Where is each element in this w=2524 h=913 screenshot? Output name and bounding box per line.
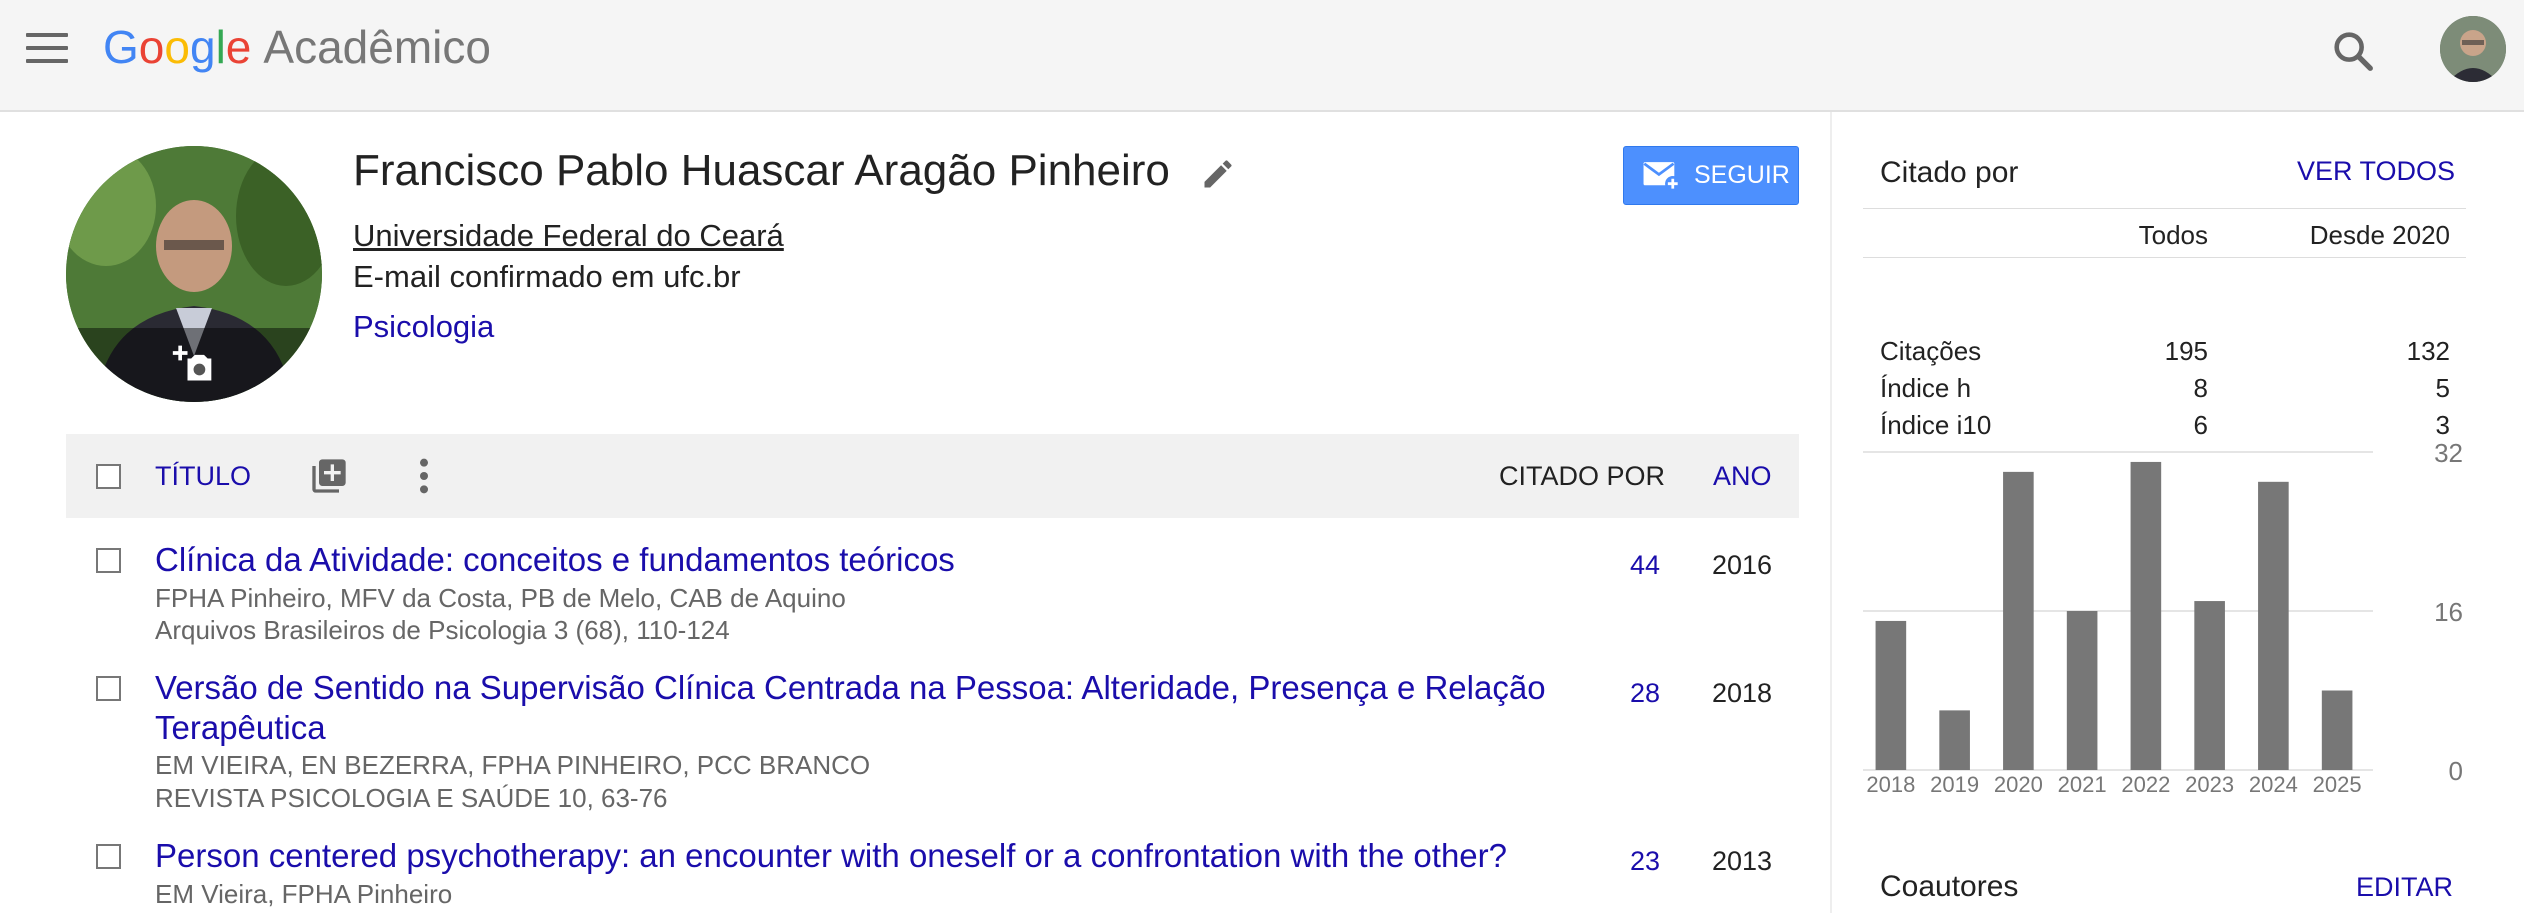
more-options-icon[interactable] xyxy=(416,456,432,496)
logo-letter: G xyxy=(103,21,139,73)
chart-y-tick-label: 0 xyxy=(2449,756,2463,786)
chart-bar xyxy=(2321,690,2353,770)
article-venue: Arquivos Brasileiros de Psicologia 3 (68… xyxy=(155,615,730,645)
chart-x-tick-label: 2020 xyxy=(1994,772,2043,797)
profile-photo[interactable] xyxy=(66,146,322,402)
stats-row-h-index: Índice h 8 5 xyxy=(1863,307,2466,403)
chart-y-tick-label: 16 xyxy=(2434,597,2463,627)
cited-by-column-header: CITADO POR xyxy=(1499,461,1666,491)
chart-bar xyxy=(2003,471,2034,770)
citations-per-year-chart: 0 16 32 2018 2019 2020 2021 2022 2023 2024 2025 xyxy=(1863,438,2463,797)
google-scholar-logo[interactable]: Google Acadêmico xyxy=(103,20,491,74)
view-all-link[interactable]: VER TODOS xyxy=(2297,156,2455,187)
chart-bar xyxy=(2066,611,2098,770)
row-checkbox[interactable] xyxy=(96,548,121,573)
chart-x-tick-label: 2024 xyxy=(2249,772,2298,797)
follow-label: SEGUIR xyxy=(1694,161,1790,189)
row-checkbox[interactable] xyxy=(96,676,121,701)
logo-suffix: Acadêmico xyxy=(263,21,491,73)
article-year: 2016 xyxy=(1712,550,1773,580)
logo-letter: o xyxy=(138,21,165,73)
chart-x-tick-label: 2022 xyxy=(2121,772,2170,797)
chart-x-tick-label: 2025 xyxy=(2313,772,2362,797)
article-title-link[interactable]: Person centered psychotherapy: an encoun… xyxy=(155,836,1575,876)
article-citation-count[interactable]: 28 xyxy=(1580,678,1660,709)
chart-x-tick-label: 2023 xyxy=(2185,772,2234,797)
chart-x-tick-label: 2021 xyxy=(2058,772,2107,797)
sort-by-year[interactable]: ANO xyxy=(1713,461,1772,492)
article-year: 2013 xyxy=(1712,846,1773,876)
chart-x-tick-label: 2019 xyxy=(1930,772,1979,797)
logo-letter: o xyxy=(164,21,190,73)
search-icon[interactable] xyxy=(2330,28,2376,74)
chart-y-tick-label: 32 xyxy=(2434,438,2463,468)
logo-letter: g xyxy=(189,21,216,73)
article-authors: EM VIEIRA, EN BEZERRA, FPHA PINHEIRO, PC… xyxy=(155,750,871,780)
article-authors: FPHA Pinheiro, MFV da Costa, PB de Melo,… xyxy=(155,583,846,613)
top-bar: Google Acadêmico xyxy=(0,0,2524,112)
article-citation-count[interactable]: 44 xyxy=(1580,550,1660,581)
chart-bar xyxy=(1875,620,1907,770)
chart-bar xyxy=(2258,481,2289,770)
stats-header-row: Todos Desde 2020 xyxy=(1863,208,2466,258)
sort-by-title[interactable]: TÍTULO xyxy=(155,461,251,492)
chart-bar xyxy=(2130,461,2162,770)
interest-link[interactable]: Psicologia xyxy=(353,309,494,345)
stats-header-since: Desde 2020 xyxy=(2309,220,2450,250)
follow-button[interactable]: SEGUIR xyxy=(1623,146,1799,205)
logo-letter: e xyxy=(225,21,252,73)
article-citation-count[interactable]: 23 xyxy=(1580,846,1660,877)
citation-stats-table: Todos Desde 2020 Citações 195 132 Índice… xyxy=(1863,208,2466,440)
stats-row-i10-index: Índice i10 6 3 xyxy=(1863,344,2466,440)
article-title-link[interactable]: Clínica da Atividade: conceitos e fundam… xyxy=(155,540,1575,580)
menu-icon[interactable] xyxy=(26,33,68,65)
logo-letter: l xyxy=(215,21,226,73)
chart-x-tick-label: 2018 xyxy=(1866,772,1915,797)
account-avatar[interactable] xyxy=(2440,16,2506,82)
row-checkbox[interactable] xyxy=(96,844,121,869)
article-authors: EM Vieira, FPHA Pinheiro xyxy=(155,879,453,909)
add-article-icon[interactable] xyxy=(309,456,349,496)
add-photo-icon xyxy=(172,345,212,381)
article-venue: REVISTA PSICOLOGIA E SAÚDE 10, 63-76 xyxy=(155,783,668,813)
articles-table-header: TÍTULO CITADO POR ANO xyxy=(66,434,1799,518)
article-title-link[interactable]: Versão de Sentido na Supervisão Clínica … xyxy=(155,668,1575,748)
chart-bar xyxy=(2194,601,2225,770)
coauthors-heading: Coautores xyxy=(1880,870,2019,903)
stats-header-all: Todos xyxy=(2138,220,2208,250)
edit-coauthors-link[interactable]: EDITAR xyxy=(2356,872,2453,903)
affiliation-link[interactable]: Universidade Federal do Ceará xyxy=(353,218,784,254)
article-year: 2018 xyxy=(1712,678,1773,708)
change-photo-overlay[interactable] xyxy=(66,328,322,402)
stats-row-citations: Citações 195 132 xyxy=(1863,270,2466,366)
profile-name: Francisco Pablo Huascar Aragão Pinheiro xyxy=(353,146,1170,195)
cited-by-heading: Citado por xyxy=(1880,156,2019,189)
select-all-checkbox[interactable] xyxy=(96,464,121,489)
chart-bar xyxy=(1939,710,1970,770)
sidebar-divider xyxy=(1830,112,1832,913)
mail-follow-icon xyxy=(1643,161,1681,191)
email-verification: E-mail confirmado em ufc.br xyxy=(353,259,741,294)
edit-icon[interactable] xyxy=(1200,156,1236,192)
